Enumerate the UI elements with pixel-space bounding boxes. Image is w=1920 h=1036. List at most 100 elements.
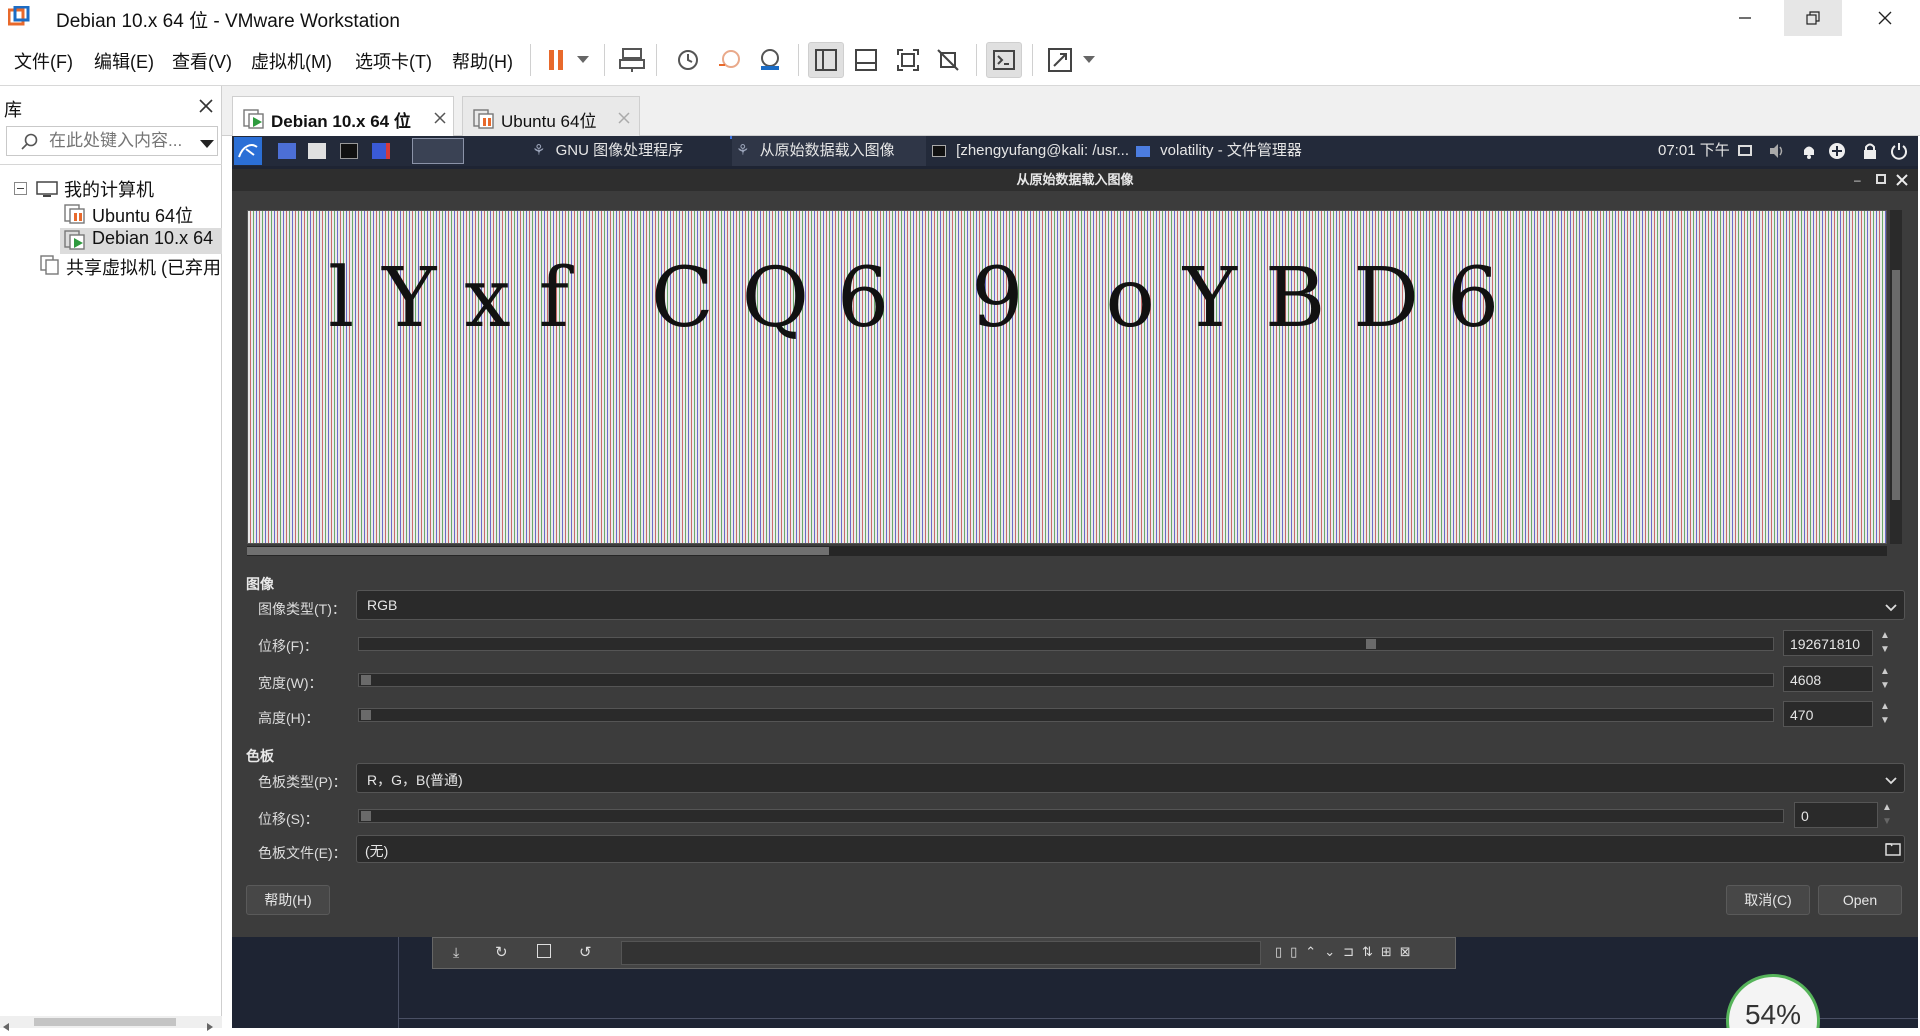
palette-offset-slider[interactable]: [358, 809, 1784, 823]
open-button[interactable]: Open: [1818, 885, 1902, 915]
workspace-icon[interactable]: [278, 143, 296, 159]
height-slider[interactable]: [358, 708, 1774, 722]
height-input[interactable]: 470: [1783, 701, 1873, 727]
menu-help[interactable]: 帮助(H): [452, 48, 513, 74]
restore-button[interactable]: [1784, 0, 1842, 36]
close-library-icon[interactable]: [198, 98, 214, 114]
preview-hscroll-thumb[interactable]: [247, 547, 829, 555]
help-button[interactable]: 帮助(H): [246, 885, 330, 915]
console-view-icon[interactable]: [986, 42, 1022, 78]
palette-file-chooser[interactable]: (无): [356, 835, 1905, 863]
dialog-minimize-icon[interactable]: –: [1854, 173, 1866, 187]
panel-clock[interactable]: 07:01 下午: [1658, 136, 1730, 166]
menu-tabs[interactable]: 选项卡(T): [355, 48, 432, 74]
preview-hscrollbar[interactable]: [247, 546, 1887, 556]
width-up-icon[interactable]: ▲: [1880, 666, 1892, 678]
menu-view[interactable]: 查看(V): [172, 48, 232, 74]
display-icon[interactable]: [1738, 145, 1752, 156]
open-folder-icon[interactable]: [1885, 841, 1901, 857]
palette-offset-up-icon[interactable]: ▲: [1882, 802, 1894, 814]
tree-vm-debian[interactable]: Debian 10.x 64: [92, 228, 213, 249]
palette-offset-input[interactable]: 0: [1794, 802, 1878, 828]
active-app-button[interactable]: [412, 138, 464, 164]
palette-type-select[interactable]: R，G，B(普通): [356, 763, 1905, 793]
width-down-icon[interactable]: ▼: [1880, 680, 1892, 692]
menu-file[interactable]: 文件(F): [14, 48, 73, 74]
image-preview: lYxf CQ6 9 oYBD6: [247, 210, 1887, 544]
palette-offset-down-icon[interactable]: ▼: [1882, 816, 1894, 828]
lock-icon[interactable]: [1862, 142, 1878, 160]
menu-edit[interactable]: 编辑(E): [94, 48, 154, 74]
browser-icon[interactable]: [372, 143, 390, 159]
library-scroll-thumb[interactable]: [34, 1018, 176, 1026]
notification-bell-icon[interactable]: [1800, 142, 1818, 160]
chevron-down-icon[interactable]: [572, 42, 594, 78]
palette-offset-value: 0: [1801, 808, 1809, 824]
task-terminal[interactable]: [zhengyufang@kali: /usr...: [932, 136, 1129, 166]
cancel-button[interactable]: 取消(C): [1726, 885, 1810, 915]
tree-my-computer[interactable]: 我的计算机: [64, 176, 154, 202]
offset-down-icon[interactable]: ▼: [1880, 644, 1892, 656]
stretch-guest-icon[interactable]: [1042, 42, 1078, 78]
dialog-maximize-icon[interactable]: [1876, 174, 1886, 184]
library-search[interactable]: [6, 126, 218, 156]
menu-vm[interactable]: 虚拟机(M): [251, 48, 332, 74]
offset-slider-handle[interactable]: [1366, 639, 1376, 649]
task-gimp[interactable]: ⚘ GNU 图像处理程序: [532, 136, 683, 166]
reset-icon[interactable]: ↺: [579, 943, 592, 961]
add-circle-icon[interactable]: [1828, 142, 1846, 160]
full-screen-icon[interactable]: [890, 42, 926, 78]
background-search-box[interactable]: [621, 941, 1261, 965]
dialog-close-icon[interactable]: [1896, 173, 1908, 186]
tab-debian[interactable]: Debian 10.x 64 位: [232, 96, 454, 136]
terminal-small-icon: [932, 145, 946, 158]
width-input[interactable]: 4608: [1783, 666, 1873, 692]
height-up-icon[interactable]: ▲: [1880, 701, 1892, 713]
offset-up-icon[interactable]: ▲: [1880, 630, 1892, 642]
power-icon[interactable]: [1890, 142, 1908, 160]
offset-input[interactable]: 192671810: [1783, 630, 1873, 656]
collapse-icon[interactable]: [14, 182, 27, 195]
search-dropdown-icon[interactable]: [200, 137, 214, 148]
scroll-left-icon[interactable]: [2, 1018, 10, 1031]
files-icon[interactable]: [308, 143, 326, 159]
preview-vscrollbar[interactable]: [1890, 210, 1902, 544]
tree-shared-vms[interactable]: 共享虚拟机 (已弃用: [66, 254, 221, 280]
library-pane: 库 我的计算机 Ubuntu 64位 Debian 10.x 64 共享虚拟机 …: [0, 86, 222, 1031]
width-slider-handle[interactable]: [361, 675, 371, 685]
unity-mode-icon[interactable]: [930, 42, 966, 78]
tree-vm-ubuntu[interactable]: Ubuntu 64位: [92, 202, 193, 228]
palette-offset-slider-handle[interactable]: [361, 811, 371, 821]
reload-icon[interactable]: ↻: [495, 943, 508, 961]
clear-icon[interactable]: [537, 944, 551, 958]
library-search-input[interactable]: [47, 129, 195, 153]
offset-slider[interactable]: [358, 637, 1774, 651]
thumbnail-bar-icon[interactable]: [848, 42, 884, 78]
revert-snapshot-icon[interactable]: [712, 42, 748, 78]
close-tab-icon[interactable]: [433, 110, 447, 124]
snapshot-manager-icon[interactable]: [752, 42, 788, 78]
close-tab-icon[interactable]: [617, 110, 631, 124]
height-slider-handle[interactable]: [361, 710, 371, 720]
scroll-right-icon[interactable]: [206, 1018, 214, 1031]
width-slider[interactable]: [358, 673, 1774, 687]
task-file-manager[interactable]: volatility - 文件管理器: [1136, 136, 1302, 166]
send-ctrl-alt-del-icon[interactable]: [614, 42, 650, 78]
show-library-icon[interactable]: [808, 42, 844, 78]
pause-icon[interactable]: [538, 42, 574, 78]
volume-icon[interactable]: [1768, 142, 1786, 160]
library-scrollbar[interactable]: [0, 1016, 222, 1031]
kali-menu-icon[interactable]: [234, 137, 262, 165]
task-load-raw[interactable]: ⚘ 从原始数据载入图像: [732, 136, 926, 166]
height-down-icon[interactable]: ▼: [1880, 715, 1892, 727]
snapshot-icon[interactable]: [670, 42, 706, 78]
image-type-select[interactable]: RGB: [356, 590, 1905, 620]
save-icon[interactable]: ⤓: [453, 944, 459, 961]
chevron-down-icon[interactable]: [1078, 42, 1100, 78]
preview-vscroll-thumb[interactable]: [1892, 270, 1900, 500]
vm-console[interactable]: ⚘ GNU 图像处理程序 ⚘ 从原始数据载入图像 [zhengyufang@ka…: [232, 136, 1918, 1028]
terminal-icon[interactable]: [340, 143, 358, 159]
minimize-button[interactable]: [1716, 0, 1774, 36]
tab-ubuntu[interactable]: Ubuntu 64位: [462, 96, 640, 136]
close-button[interactable]: [1856, 0, 1914, 36]
